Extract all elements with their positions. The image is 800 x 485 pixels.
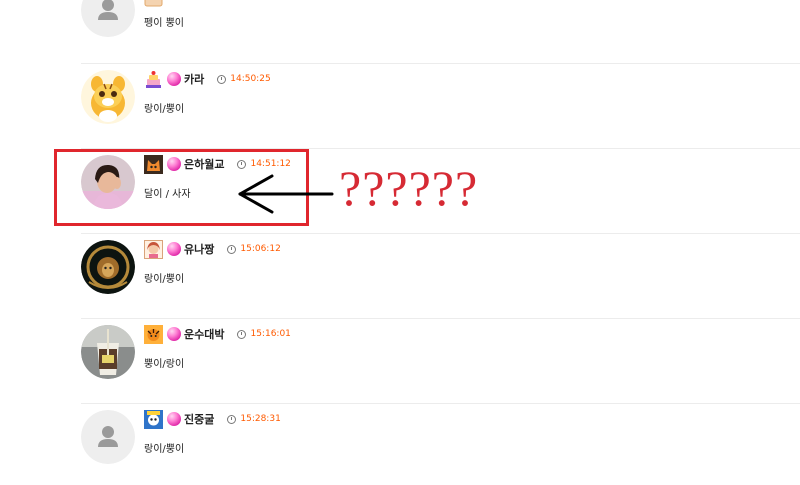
- pink-ball-icon: [167, 72, 181, 86]
- comment-message: 랑이/뿡이: [144, 274, 185, 285]
- lion-emblem-avatar[interactable]: [81, 240, 135, 294]
- left-arrow-icon: [238, 174, 334, 214]
- comment-message: 랑이/뿡이: [144, 104, 185, 115]
- comment-nickname[interactable]: 카라: [184, 71, 204, 87]
- comment-time: 15:28:31: [240, 414, 281, 424]
- default-user-icon[interactable]: [81, 0, 135, 37]
- tiger-cartoon-avatar[interactable]: [81, 70, 135, 124]
- comment-message: 펭이 뿡이: [144, 18, 184, 29]
- pink-ball-icon: [167, 242, 181, 256]
- comment-list: 펭이 뿡이 카라 14:50:25 랑이/뿡이 은하월교 14:51:12 달이…: [0, 0, 800, 485]
- comment-item: 카라 14:50:25 랑이/뿡이: [0, 63, 800, 147]
- divider: [81, 318, 800, 319]
- cake-badge-icon: [144, 70, 163, 89]
- comment-time: 15:06:12: [240, 244, 281, 254]
- comment-nickname[interactable]: 진중굴: [184, 411, 214, 427]
- comment-item: 운수대박 15:16:01 뿡이/랑이: [0, 318, 800, 402]
- clock-icon: [237, 329, 247, 339]
- cup-photo-avatar[interactable]: [81, 325, 135, 379]
- divider: [81, 63, 800, 64]
- clock-icon: [227, 244, 237, 254]
- comment-message: 뿡이/랑이: [144, 359, 185, 370]
- comment-nickname[interactable]: 유나짱: [184, 241, 214, 257]
- divider: [81, 233, 800, 234]
- comment-meta: 유나짱 15:06:12: [144, 239, 281, 259]
- default-user-icon[interactable]: [81, 410, 135, 464]
- gift-icon: [144, 0, 163, 7]
- comment-item: 유나짱 15:06:12 랑이/뿡이: [0, 233, 800, 317]
- comment-meta: 운수대박 15:16:01: [144, 324, 291, 344]
- comment-time: 15:16:01: [250, 329, 291, 339]
- girl-badge-icon: [144, 239, 163, 259]
- blue-character-badge-icon: [144, 409, 163, 429]
- comment-item: 진중굴 15:28:31 랑이/뿡이: [0, 403, 800, 485]
- comment-page: 펭이 뿡이 카라 14:50:25 랑이/뿡이 은하월교 14:51:12 달이…: [0, 0, 800, 485]
- comment-meta: 진중굴 15:28:31: [144, 409, 281, 429]
- pink-ball-icon: [167, 412, 181, 426]
- tiger-badge-icon: [144, 324, 163, 344]
- divider: [81, 403, 800, 404]
- annotation-question-marks: ??????: [339, 160, 479, 216]
- comment-message: 랑이/뿡이: [144, 444, 185, 455]
- comment-time: 14:50:25: [230, 74, 271, 84]
- comment-item: 펭이 뿡이: [0, 0, 800, 52]
- comment-meta: [144, 0, 167, 7]
- clock-icon: [227, 414, 237, 424]
- pink-ball-icon: [167, 327, 181, 341]
- comment-nickname[interactable]: 운수대박: [184, 326, 224, 342]
- clock-icon: [217, 74, 227, 84]
- comment-meta: 카라 14:50:25: [144, 69, 271, 89]
